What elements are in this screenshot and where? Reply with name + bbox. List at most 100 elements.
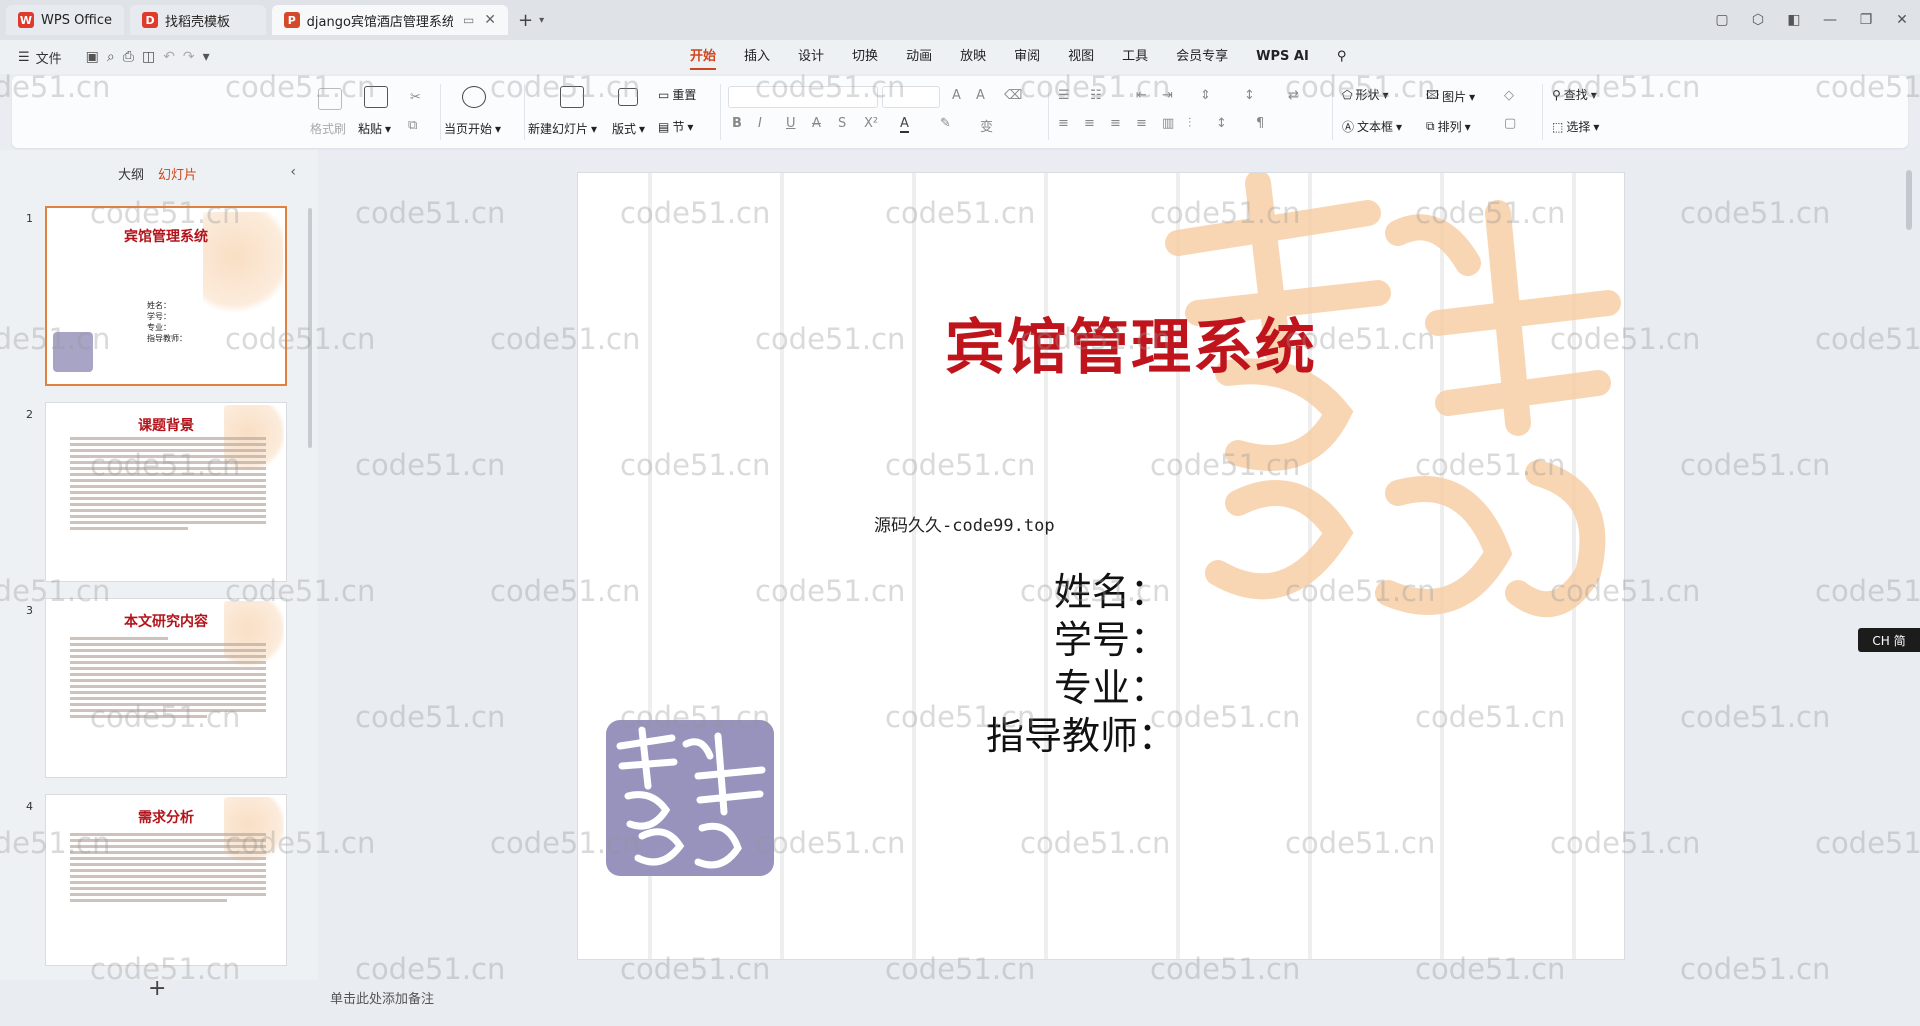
justify-icon[interactable]: ≡ (1136, 116, 1147, 131)
underline-icon[interactable]: U (786, 116, 796, 131)
cut-icon[interactable]: ✂ (410, 90, 421, 105)
slide-title[interactable]: 宾馆管理系统 (578, 299, 1624, 386)
section-button[interactable]: ▤ 节 ▾ (658, 118, 693, 135)
new-slide-button[interactable]: 新建幻灯片 ▾ (528, 120, 597, 137)
panel-scrollbar[interactable] (308, 208, 312, 448)
textbox-button[interactable]: Ⓐ 文本框 ▾ (1342, 118, 1402, 135)
font-shrink-icon[interactable]: A (976, 88, 985, 103)
print-icon[interactable]: ⎙ (123, 49, 134, 65)
menu-slideshow[interactable]: 放映 (946, 40, 1000, 74)
bullets-icon[interactable]: ☰ (1058, 88, 1070, 103)
add-slide-icon[interactable]: + (148, 976, 166, 1001)
notes-field[interactable]: 单击此处添加备注 (318, 982, 1898, 1012)
shadow-icon[interactable]: S (838, 116, 846, 131)
align-right-icon[interactable]: ≡ (1110, 116, 1121, 131)
reset-button[interactable]: ▭ 重置 (658, 86, 696, 103)
line-spacing-icon[interactable]: ↕ (1244, 88, 1255, 103)
play-icon[interactable] (462, 86, 486, 108)
new-tab-icon[interactable]: + (518, 10, 533, 31)
strikethrough-icon[interactable]: A (812, 116, 821, 131)
shape-button[interactable]: ⬠ 形状 ▾ (1342, 86, 1388, 103)
paste-icon[interactable] (364, 86, 388, 108)
menu-insert[interactable]: 插入 (730, 40, 784, 74)
menu-review[interactable]: 审阅 (1000, 40, 1054, 74)
preview-icon[interactable]: ◫ (142, 49, 155, 65)
slide-thumbnail-1[interactable]: 宾馆管理系统 姓名： 学号： 专业： 指导教师： (45, 206, 287, 386)
menu-home[interactable]: 开始 (676, 40, 730, 74)
monitor-icon[interactable]: ▭ (463, 13, 474, 27)
menu-member[interactable]: 会员专享 (1162, 40, 1242, 74)
select-button[interactable]: ⬚ 选择 ▾ (1552, 118, 1599, 135)
play-from-current-button[interactable]: 当页开始 ▾ (444, 120, 501, 137)
new-slide-icon[interactable] (560, 86, 584, 108)
find-button[interactable]: ⚲ 查找 ▾ (1552, 86, 1597, 103)
font-color-icon[interactable]: A (900, 116, 909, 133)
layout-icon[interactable] (618, 88, 638, 106)
slide-thumbnail-2[interactable]: 课题背景 (45, 402, 287, 582)
font-size-combo[interactable] (882, 86, 940, 108)
line-spacing2-icon[interactable]: ↕ (1216, 116, 1227, 131)
search-icon[interactable]: ⚲ (1323, 40, 1361, 74)
highlight-icon[interactable]: ✎ (940, 116, 951, 131)
fill-icon[interactable]: ◇ (1504, 88, 1514, 103)
indent-decrease-icon[interactable]: ⇤ (1136, 88, 1147, 103)
file-menu[interactable]: ☰ 文件 (18, 48, 62, 67)
picture-button[interactable]: 🖾 图片 ▾ (1426, 86, 1475, 107)
outline-icon[interactable]: ▢ (1504, 116, 1516, 131)
bold-icon[interactable]: B (732, 116, 742, 131)
indent-increase-icon[interactable]: ⇥ (1162, 88, 1173, 103)
convert-icon[interactable]: ⇄ (1288, 88, 1299, 103)
canvas-scrollbar[interactable] (1906, 170, 1912, 230)
slide-thumbnail-4[interactable]: 需求分析 (45, 794, 287, 966)
slide-source-text[interactable]: 源码久久-code99.top (874, 511, 1055, 536)
char-spacing-icon[interactable]: 变 (980, 116, 993, 135)
italic-icon[interactable]: I (758, 116, 762, 131)
numbering-icon[interactable]: ☷ (1090, 88, 1102, 103)
wps-ai-button[interactable]: WPS AI (1242, 40, 1323, 74)
slide-canvas[interactable]: 宾馆管理系统 源码久久-code99.top 姓名： 学号： 专业： 指导教师： (578, 173, 1624, 959)
paste-button[interactable]: 粘贴 ▾ (358, 120, 391, 137)
superscript-icon[interactable]: X² (864, 116, 878, 131)
menu-tools[interactable]: 工具 (1108, 40, 1162, 74)
undo-icon[interactable]: ↶ (163, 49, 175, 65)
close-window-icon[interactable]: ✕ (1884, 12, 1920, 28)
tab-slides[interactable]: 幻灯片 (158, 164, 197, 183)
slide-thumbnail-3[interactable]: 本文研究内容 (45, 598, 287, 778)
clear-format-icon[interactable]: ⌫ (1004, 88, 1022, 103)
title-bar: W WPS Office D 找稻壳模板 P django宾馆酒店管理系统.p … (0, 0, 1920, 40)
font-grow-icon[interactable]: A (952, 88, 961, 103)
format-painter-button[interactable]: 格式刷 (310, 120, 346, 137)
tab-presentation[interactable]: P django宾馆酒店管理系统.p ▭ ✕ (272, 5, 509, 35)
arrange-button[interactable]: ⧉ 排列 ▾ (1426, 118, 1471, 135)
chevron-down-icon[interactable]: ▾ (203, 49, 210, 65)
paragraph-icon[interactable]: ¶ (1256, 116, 1264, 131)
collapse-panel-icon[interactable]: ‹ (290, 164, 296, 180)
cube-icon[interactable]: ⬡ (1740, 12, 1776, 28)
restore-icon[interactable]: ❐ (1848, 12, 1884, 28)
close-tab-icon[interactable]: ✕ (484, 12, 496, 28)
layout-icon[interactable]: ▢ (1704, 12, 1740, 28)
copy-icon[interactable]: ⧉ (408, 118, 417, 133)
avatar-icon[interactable]: ◧ (1776, 12, 1812, 28)
align-left-icon[interactable]: ≡ (1058, 116, 1069, 131)
font-name-combo[interactable] (728, 86, 878, 108)
tab-wps-office[interactable]: W WPS Office (6, 5, 125, 35)
export-icon[interactable]: ⌕ (107, 49, 115, 65)
redo-icon[interactable]: ↷ (183, 49, 195, 65)
ime-indicator[interactable]: CH 简 (1858, 628, 1920, 652)
format-painter-icon[interactable] (318, 88, 342, 110)
menu-transition[interactable]: 切换 (838, 40, 892, 74)
layout-button[interactable]: 版式 ▾ (612, 120, 645, 137)
menu-view[interactable]: 视图 (1054, 40, 1108, 74)
text-direction-icon[interactable]: ⇕ (1200, 88, 1211, 103)
menu-design[interactable]: 设计 (784, 40, 838, 74)
tab-outline[interactable]: 大纲 (118, 164, 144, 183)
columns-icon[interactable]: ▥ (1162, 116, 1174, 131)
minimize-icon[interactable]: — (1812, 12, 1848, 28)
chevron-down-icon[interactable]: ▾ (539, 15, 544, 26)
tab-template[interactable]: D 找稻壳模板 (130, 5, 267, 35)
distribute-icon[interactable]: ⫶ (1188, 116, 1191, 131)
save-icon[interactable]: ▣ (86, 49, 99, 65)
align-center-icon[interactable]: ≡ (1084, 116, 1095, 131)
menu-animation[interactable]: 动画 (892, 40, 946, 74)
